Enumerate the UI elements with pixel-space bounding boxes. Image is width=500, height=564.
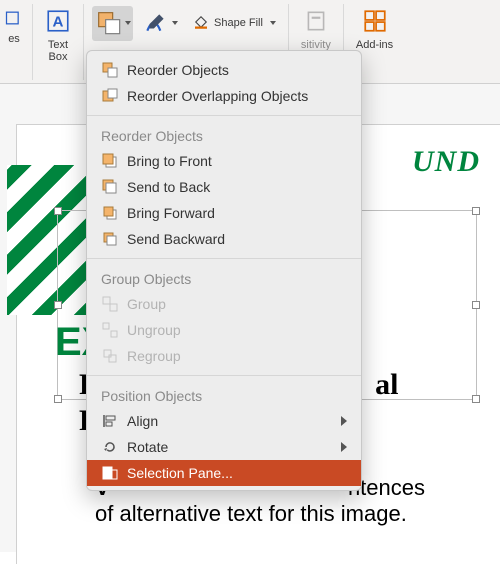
textbox-icon: A (45, 8, 71, 37)
resize-handle[interactable] (54, 395, 62, 403)
resize-handle[interactable] (472, 207, 480, 215)
pen-icon (143, 9, 169, 38)
menu-item-bring-to-front[interactable]: Bring to Front (87, 148, 361, 174)
headline-fragment: al (375, 368, 398, 401)
shapefill-label: Shape Fill (214, 17, 263, 29)
bucket-icon (192, 13, 210, 34)
menu-item-label: Selection Pane... (127, 465, 233, 481)
selection-pane-icon (101, 464, 119, 482)
addins-button[interactable]: Add-ins (352, 6, 397, 53)
sensitivity-icon (303, 8, 329, 37)
menu-divider (87, 258, 361, 259)
resize-handle[interactable] (472, 301, 480, 309)
menu-item-label: Send to Back (127, 179, 210, 195)
menu-item-rotate[interactable]: Rotate (87, 434, 361, 460)
chevron-down-icon (172, 21, 178, 25)
menu-item-label: Bring to Front (127, 153, 212, 169)
menu-item-send-backward[interactable]: Send Backward (87, 226, 361, 252)
regroup-icon (101, 347, 119, 365)
bring-forward-icon (101, 204, 119, 222)
menu-item-label: Reorder Objects (127, 62, 229, 78)
menu-item-label: Send Backward (127, 231, 225, 247)
reorder-overlap-icon (101, 87, 119, 105)
shapefill-button[interactable]: Shape Fill (188, 11, 280, 36)
ungroup-icon (101, 321, 119, 339)
menu-item-label: Regroup (127, 348, 181, 364)
textbox-button[interactable]: A Text Box (41, 6, 75, 65)
menu-item-label: Reorder Overlapping Objects (127, 88, 308, 104)
menu-item-send-to-back[interactable]: Send to Back (87, 174, 361, 200)
menu-item-bring-forward[interactable]: Bring Forward (87, 200, 361, 226)
menu-section-label: Group Objects (87, 265, 361, 291)
addins-label: Add-ins (356, 39, 393, 51)
rotate-icon (101, 438, 119, 456)
align-icon (101, 412, 119, 430)
menu-section-label: Position Objects (87, 382, 361, 408)
ink-button[interactable] (139, 7, 182, 40)
svg-text:A: A (53, 13, 64, 30)
menu-item-align[interactable]: Align (87, 408, 361, 434)
menu-item-group: Group (87, 291, 361, 317)
menu-section-label: Reorder Objects (87, 122, 361, 148)
shapes-icon (4, 8, 24, 31)
resize-handle[interactable] (472, 395, 480, 403)
send-back-icon (101, 178, 119, 196)
sensitivity-button[interactable]: sitivity (297, 6, 335, 53)
menu-item-label: Align (127, 413, 158, 429)
body-fragment: of alternative text for this image. (95, 501, 407, 526)
menu-item-reorder-overlapping[interactable]: Reorder Overlapping Objects (87, 83, 361, 109)
menu-item-label: Bring Forward (127, 205, 215, 221)
chevron-down-icon (125, 21, 131, 25)
group-icon (101, 295, 119, 313)
textbox-label: Text Box (48, 39, 68, 63)
menu-item-regroup: Regroup (87, 343, 361, 369)
menu-item-selection-pane[interactable]: Selection Pane... (87, 460, 361, 486)
addins-icon (362, 8, 388, 37)
menu-item-ungroup: Ungroup (87, 317, 361, 343)
menu-divider (87, 115, 361, 116)
resize-handle[interactable] (54, 301, 62, 309)
menu-divider (87, 375, 361, 376)
menu-item-label: Ungroup (127, 322, 181, 338)
shapes-label: es (8, 33, 20, 45)
bring-front-icon (101, 152, 119, 170)
resize-handle[interactable] (54, 207, 62, 215)
menu-item-label: Rotate (127, 439, 168, 455)
send-backward-icon (101, 230, 119, 248)
und-logo: UND (412, 145, 480, 179)
chevron-down-icon (270, 21, 276, 25)
arrange-button[interactable] (92, 6, 133, 41)
arrange-icon (94, 8, 122, 39)
menu-item-label: Group (127, 296, 166, 312)
menu-item-reorder-objects[interactable]: Reorder Objects (87, 57, 361, 83)
shapes-button[interactable]: es (4, 6, 24, 47)
reorder-icon (101, 61, 119, 79)
arrange-dropdown-menu: Reorder Objects Reorder Overlapping Obje… (86, 50, 362, 491)
